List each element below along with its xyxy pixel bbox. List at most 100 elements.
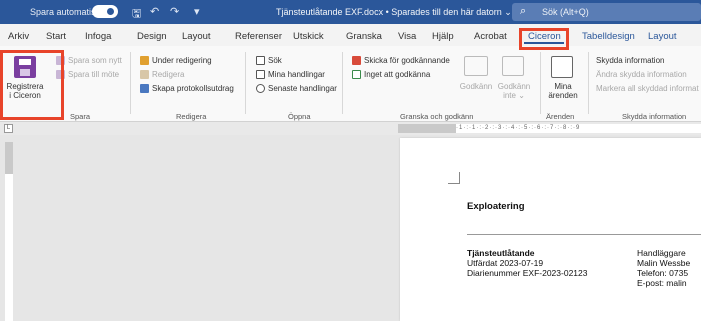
heading-rule xyxy=(467,234,701,235)
my-documents-button[interactable]: Mina handlingar xyxy=(256,70,325,79)
ribbon-tabs: Arkiv Start Infoga Design Layout Referen… xyxy=(0,24,701,46)
tab-acrobat[interactable]: Acrobat xyxy=(474,31,507,42)
send-approval-icon xyxy=(352,56,361,65)
tab-granska[interactable]: Granska xyxy=(346,31,382,42)
horizontal-ruler[interactable]: ·1·:·1·:·2·:·3·:·4·:·5·:·6·:·7·:·8·:·9 xyxy=(398,124,701,133)
group-label-arenden: Ärenden xyxy=(546,112,575,121)
tab-hjalp[interactable]: Hjälp xyxy=(432,31,454,42)
reject-label-line2: inte ⌄ xyxy=(503,91,525,100)
edit-label: Redigera xyxy=(152,70,185,79)
recent-documents-label: Senaste handlingar xyxy=(268,84,337,93)
under-editing-button[interactable]: Under redigering xyxy=(140,56,212,65)
my-cases-label-line1: Mina xyxy=(554,82,572,91)
doc-type: Tjänsteutlåtande xyxy=(467,248,535,258)
diary-number: Diarienummer EXF-2023-02123 xyxy=(467,268,588,278)
tab-utskick[interactable]: Utskick xyxy=(293,31,324,42)
group-separator xyxy=(130,52,131,114)
protocol-excerpt-icon xyxy=(140,84,149,93)
approve-doc-big-icon xyxy=(464,56,488,76)
search-box[interactable]: ⌕ Sök (Alt+Q) xyxy=(512,3,701,21)
document-title[interactable]: Tjänsteutlåtande EXF.docx • Sparades til… xyxy=(276,7,512,18)
my-cases-icon xyxy=(551,56,573,78)
document-info-right: Handläggare Malin Wessbe Telefon: 0735 E… xyxy=(637,248,690,288)
handler-email: E-post: malin xyxy=(637,278,687,288)
tab-visa[interactable]: Visa xyxy=(398,31,416,42)
tab-stop-selector[interactable]: L xyxy=(4,124,13,133)
toggle-knob xyxy=(107,8,114,15)
document-info-left: Tjänsteutlåtande Utfärdat 2023-07-19 Dia… xyxy=(467,248,587,278)
save-icon[interactable]: 🖫 xyxy=(132,5,141,24)
send-for-approval-label: Skicka för godkännande xyxy=(364,56,450,65)
group-separator xyxy=(540,52,541,114)
document-page[interactable]: Exploatering Tjänsteutlåtande Utfärdat 2… xyxy=(400,138,701,321)
reject-button[interactable]: Godkänn inte ⌄ xyxy=(496,82,532,100)
group-label-oppna: Öppna xyxy=(288,112,311,121)
approve-doc-icon xyxy=(352,70,361,79)
autosave-toggle[interactable] xyxy=(92,5,118,18)
group-label-redigera: Redigera xyxy=(176,112,207,121)
highlight-ciceron-tab xyxy=(519,28,569,50)
save-as-new-label: Spara som nytt xyxy=(68,56,122,65)
tab-arkiv[interactable]: Arkiv xyxy=(8,31,29,42)
save-to-meeting-button[interactable]: Spara till möte xyxy=(56,70,119,79)
customize-toolbar-icon[interactable]: ▾ xyxy=(194,5,200,18)
select-all-protected-label: Markera all skyddad informat xyxy=(596,84,699,93)
group-separator xyxy=(245,52,246,114)
document-heading: Exploatering xyxy=(467,201,525,212)
approve-label: Godkänn xyxy=(459,82,493,91)
clock-icon xyxy=(256,84,265,93)
my-cases-button[interactable]: Mina ärenden xyxy=(544,82,582,100)
save-as-new-button[interactable]: Spara som nytt xyxy=(56,56,122,65)
select-all-protected-button[interactable]: Markera all skyddad informat xyxy=(596,84,699,93)
my-cases-label-line2: ärenden xyxy=(548,91,578,100)
group-label-granska: Granska och godkänn xyxy=(400,112,474,121)
group-label-spara: Spara xyxy=(70,112,91,121)
highlight-register-button xyxy=(0,50,64,120)
recent-documents-button[interactable]: Senaste handlingar xyxy=(256,84,337,93)
search-icon: ⌕ xyxy=(520,5,527,17)
my-documents-icon xyxy=(256,70,265,79)
create-protocol-excerpt-button[interactable]: Skapa protokollsutdrag xyxy=(140,84,234,93)
ruler-row: L ·1·:·1·:·2·:·3·:·4·:·5·:·6·:·7·:·8·:·9 xyxy=(0,122,701,135)
tab-design[interactable]: Design xyxy=(137,31,167,42)
change-protected-info-label: Ändra skydda information xyxy=(596,70,687,79)
tab-start[interactable]: Start xyxy=(46,31,66,42)
group-separator xyxy=(342,52,343,114)
search-folder-icon xyxy=(256,56,265,65)
tab-layout[interactable]: Layout xyxy=(182,31,211,42)
handler-phone: Telefon: 0735 xyxy=(637,268,689,278)
margin-corner-mark xyxy=(448,172,460,184)
edit-button[interactable]: Redigera xyxy=(140,70,184,79)
create-protocol-excerpt-label: Skapa protokollsutdrag xyxy=(152,84,234,93)
title-bar: Spara automatiskt 🖫 ↶ ↷ ▾ Tjänsteutlåtan… xyxy=(0,0,701,24)
handler-label: Handläggare xyxy=(637,248,686,258)
under-editing-icon xyxy=(140,56,149,65)
my-documents-label: Mina handlingar xyxy=(268,70,325,79)
tab-tabelldesign[interactable]: Tabelldesign xyxy=(582,31,635,42)
vertical-ruler[interactable] xyxy=(5,142,13,321)
tab-referenser[interactable]: Referenser xyxy=(235,31,282,42)
reject-label-line1: Godkänn xyxy=(497,82,531,91)
search-label: Sök xyxy=(268,56,282,65)
group-label-skydda: Skydda information xyxy=(622,112,687,121)
tab-infoga[interactable]: Infoga xyxy=(85,31,111,42)
protect-information-button[interactable]: Skydda information xyxy=(596,56,664,65)
group-separator xyxy=(588,52,589,114)
tab-table-layout[interactable]: Layout xyxy=(648,31,677,42)
handler-name: Malin Wessbe xyxy=(637,258,691,268)
approve-button[interactable]: Godkänn xyxy=(456,82,496,91)
edit-icon xyxy=(140,70,149,79)
search-placeholder: Sök (Alt+Q) xyxy=(542,7,589,17)
save-to-meeting-label: Spara till möte xyxy=(68,70,120,79)
search-button[interactable]: Sök xyxy=(256,56,282,65)
redo-icon[interactable]: ↷ xyxy=(170,5,179,18)
send-for-approval-button[interactable]: Skicka för godkännande xyxy=(352,56,450,65)
change-protected-info-button[interactable]: Ändra skydda information xyxy=(596,70,687,79)
issued-date: Utfärdat 2023-07-19 xyxy=(467,258,544,268)
nothing-to-approve-button[interactable]: Inget att godkänna xyxy=(352,70,430,79)
undo-icon[interactable]: ↶ xyxy=(150,5,159,18)
reject-doc-big-icon xyxy=(502,56,524,76)
ribbon: Registrera i Ciceron Spara som nytt Spar… xyxy=(0,46,701,122)
nothing-to-approve-label: Inget att godkänna xyxy=(364,70,431,79)
under-editing-label: Under redigering xyxy=(152,56,212,65)
